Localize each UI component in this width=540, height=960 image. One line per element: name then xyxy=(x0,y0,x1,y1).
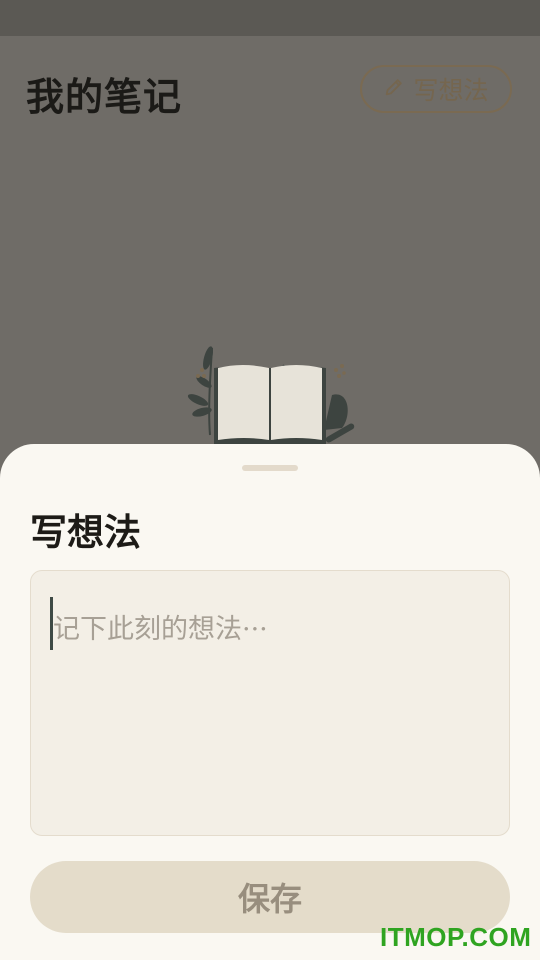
watermark: ITMOP.COM xyxy=(380,922,532,952)
page-title: 我的笔记 xyxy=(26,74,183,119)
thought-input-placeholder: 记下此刻的想法··· xyxy=(53,614,268,645)
thought-input[interactable]: 记下此刻的想法··· xyxy=(30,570,510,836)
pencil-icon xyxy=(383,75,405,104)
write-thought-sheet: 写想法 记下此刻的想法··· 保存 xyxy=(0,444,540,960)
write-thought-label: 写想法 xyxy=(413,76,489,105)
status-bar xyxy=(0,0,540,36)
sheet-title: 写想法 xyxy=(30,510,141,554)
empty-notes-illustration xyxy=(184,340,359,454)
write-thought-button[interactable]: 写想法 xyxy=(360,65,512,113)
sheet-drag-handle[interactable] xyxy=(242,465,298,471)
